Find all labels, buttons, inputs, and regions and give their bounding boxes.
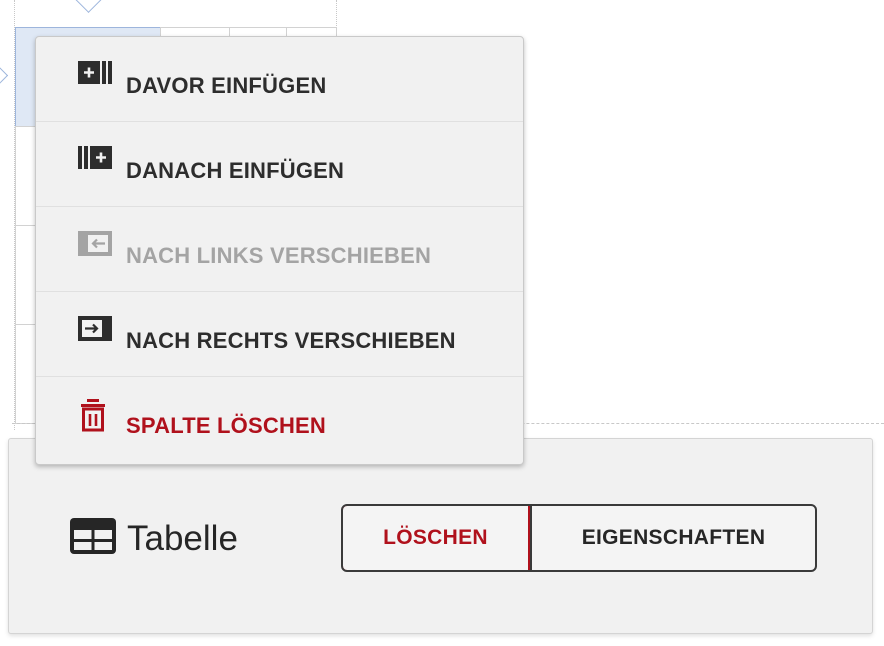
move-right-icon: [77, 314, 115, 344]
menu-item-label: SPALTE LÖSCHEN: [126, 413, 326, 438]
menu-item-delete-column[interactable]: SPALTE LÖSCHEN: [36, 377, 523, 462]
insert-column-before-icon: [77, 59, 115, 89]
menu-item-move-right[interactable]: NACH RECHTS VERSCHIEBEN: [36, 292, 523, 377]
move-left-icon: [77, 229, 115, 259]
menu-item-label: NACH RECHTS VERSCHIEBEN: [126, 328, 456, 353]
properties-button[interactable]: EIGENSCHAFTEN: [530, 506, 815, 570]
block-type: Tabelle: [69, 517, 238, 560]
column-context-menu: DAVOR EINFÜGEN DANACH EINFÜGEN NACH LINK…: [35, 36, 524, 465]
block-type-label: Tabelle: [127, 518, 238, 558]
menu-item-insert-after[interactable]: DANACH EINFÜGEN: [36, 122, 523, 207]
table-icon: [69, 517, 117, 560]
menu-item-label: NACH LINKS VERSCHIEBEN: [126, 243, 432, 268]
menu-item-insert-before[interactable]: DAVOR EINFÜGEN: [36, 37, 523, 122]
trash-icon: [77, 399, 115, 432]
block-toolbar: Tabelle LÖSCHEN EIGENSCHAFTEN: [8, 438, 873, 634]
menu-item-label: DAVOR EINFÜGEN: [126, 73, 327, 98]
toolbar-button-group: LÖSCHEN EIGENSCHAFTEN: [341, 504, 817, 572]
row-handle[interactable]: [0, 64, 9, 87]
menu-item-move-left: NACH LINKS VERSCHIEBEN: [36, 207, 523, 292]
delete-button[interactable]: LÖSCHEN: [343, 506, 530, 570]
insert-column-after-icon: [77, 144, 115, 174]
column-handle[interactable]: [75, 0, 102, 13]
menu-item-label: DANACH EINFÜGEN: [126, 158, 345, 183]
